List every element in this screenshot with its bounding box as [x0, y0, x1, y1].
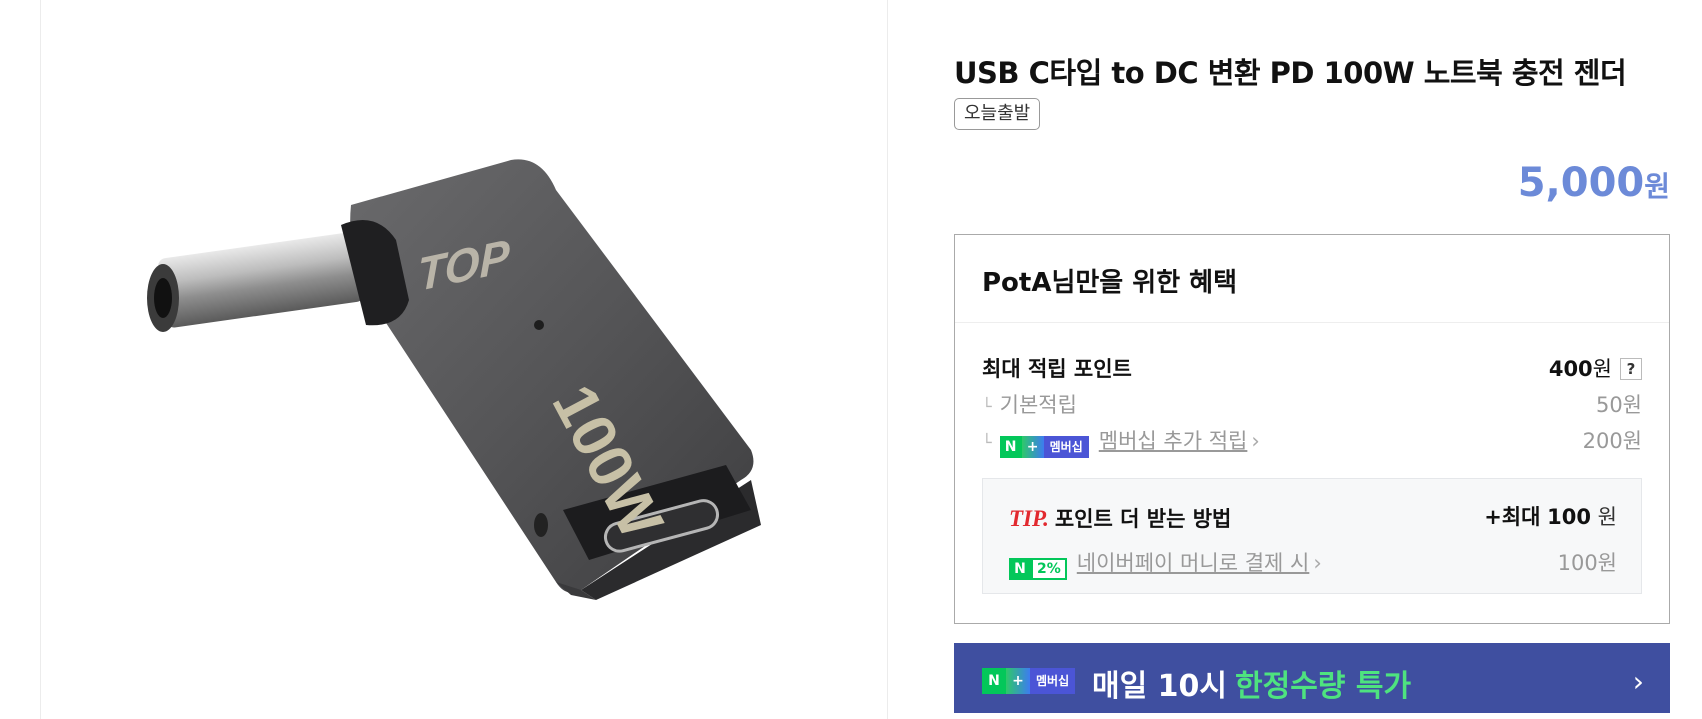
tip-max-points: +최대 100 원 [1484, 501, 1617, 531]
chevron-right-icon: › [1313, 551, 1322, 575]
basic-points-value: 50원 [1595, 393, 1642, 417]
sub-item-icon: └ [982, 433, 992, 452]
basic-points-label: 기본적립 [999, 393, 1077, 417]
naverpay-badge: N 2% [1009, 558, 1067, 580]
naver-n-icon: N [1009, 558, 1031, 580]
sub-item-icon: └ [982, 397, 992, 416]
chevron-right-icon: › [1251, 429, 1260, 453]
tip-max-prefix: +최대 [1484, 505, 1541, 529]
membership-promo-banner[interactable]: N + 멤버십 매일 10시 한정수량 특가 › [954, 643, 1670, 713]
benefit-box: PotA님만을 위한 혜택 최대 적립 포인트 400원? └ 기본적립 50원 … [954, 234, 1670, 624]
naverpay-value: 100원 [1557, 551, 1617, 575]
benefit-title: PotA님만을 위한 혜택 [982, 268, 1238, 298]
naverpay-link[interactable]: N 2% 네이버페이 머니로 결제 시 › [1009, 547, 1322, 580]
membership-points-label: 멤버십 추가 적립 [1098, 429, 1248, 453]
naverpay-percent: 2% [1031, 558, 1067, 580]
product-image-pane: TOP 100W [40, 0, 888, 719]
tip-title-text: 포인트 더 받는 방법 [1054, 507, 1232, 531]
naver-n-icon: N [999, 436, 1022, 458]
naverpay-label: 네이버페이 머니로 결제 시 [1076, 551, 1310, 575]
membership-badge-label: 멤버십 [1030, 668, 1076, 694]
tip-max-value: 100 [1547, 505, 1591, 529]
max-points-label: 최대 적립 포인트 [982, 357, 1132, 381]
chevron-right-icon: › [1632, 665, 1644, 698]
product-image: TOP 100W [147, 159, 761, 600]
promo-badge-group: N + 멤버십 [982, 667, 1076, 694]
price-unit: 원 [1644, 170, 1670, 203]
naver-membership-badge: N + 멤버십 [982, 668, 1076, 694]
shipping-tag: 오늘출발 [954, 98, 1041, 130]
product-price: 5,000원 [1518, 160, 1670, 206]
max-points-value-group: 400원? [1549, 353, 1642, 383]
tip-max-unit: 원 [1597, 505, 1617, 529]
divider [955, 322, 1669, 323]
promo-highlight: 한정수량 특가 [1235, 669, 1412, 704]
plus-icon: + [1021, 436, 1044, 458]
tip-label: TIP. [1009, 506, 1049, 531]
naver-membership-badge: N + 멤버십 [999, 436, 1089, 458]
membership-points-value: 200원 [1582, 429, 1642, 453]
max-points-value: 400 [1548, 357, 1593, 381]
tip-box: TIP. 포인트 더 받는 방법 +최대 100 원 N 2% 네이버페이 머니로 결… [982, 478, 1642, 594]
help-button[interactable]: ? [1620, 358, 1642, 380]
promo-time: 매일 10시 [1092, 669, 1227, 704]
naver-n-icon: N [982, 668, 1006, 694]
price-value: 5,000 [1517, 160, 1645, 206]
basic-points-label-group: └ 기본적립 [982, 389, 1077, 419]
max-points-unit: 원 [1592, 357, 1612, 381]
plus-icon: + [1006, 668, 1030, 694]
promo-text: 매일 10시 한정수량 특가 [1092, 661, 1411, 705]
membership-badge-label: 멤버십 [1043, 436, 1089, 458]
membership-points-link[interactable]: └ N + 멤버십 멤버십 추가 적립 › [982, 425, 1260, 458]
product-title: USB C타입 to DC 변환 PD 100W 노트북 충전 젠더 [954, 56, 1627, 90]
tip-title: TIP. 포인트 더 받는 방법 [1009, 503, 1231, 533]
